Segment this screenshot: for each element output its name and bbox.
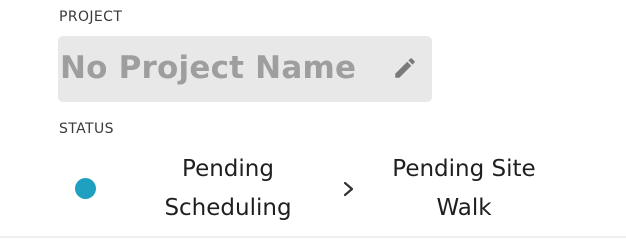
next-stage: Pending Site Walk bbox=[378, 150, 550, 228]
next-stage-line2: Walk bbox=[436, 195, 492, 221]
project-label: PROJECT bbox=[59, 9, 123, 25]
current-stage-line2: Scheduling bbox=[164, 195, 292, 221]
next-stage-line1: Pending Site bbox=[392, 156, 536, 182]
project-name-field[interactable]: No Project Name bbox=[58, 36, 432, 102]
current-stage-line1: Pending bbox=[182, 156, 274, 182]
current-stage: Pending Scheduling bbox=[148, 150, 308, 228]
project-name: No Project Name bbox=[60, 50, 357, 86]
pencil-icon[interactable] bbox=[392, 55, 418, 81]
chevron-right-icon bbox=[343, 181, 354, 197]
status-label: STATUS bbox=[59, 121, 114, 137]
bottom-divider bbox=[0, 236, 626, 238]
status-indicator-dot bbox=[75, 178, 96, 199]
